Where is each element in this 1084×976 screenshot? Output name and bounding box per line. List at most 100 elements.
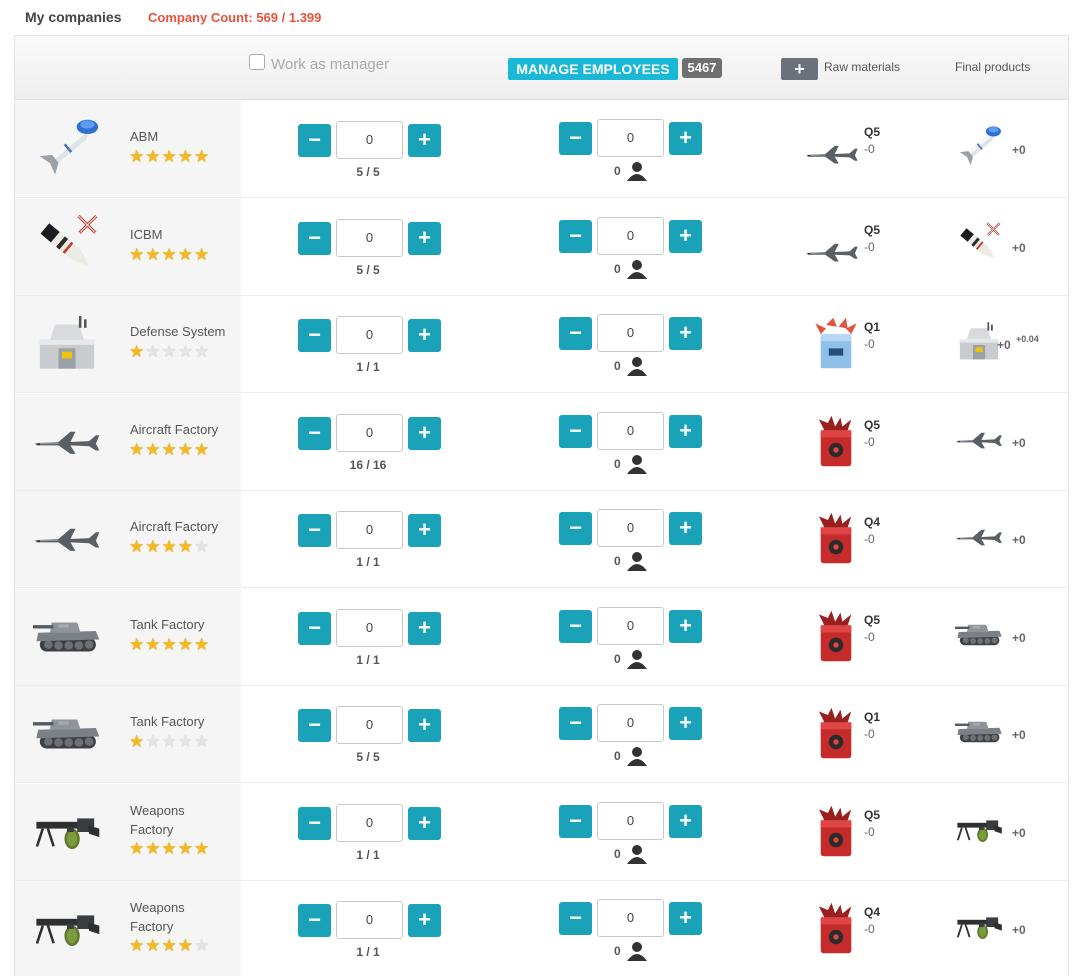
company-name[interactable]: Aircraft Factory: [130, 420, 240, 439]
company-name[interactable]: Weapons Factory: [130, 898, 240, 936]
employee-increment-button[interactable]: +: [669, 511, 702, 545]
manager-decrement-button[interactable]: −: [298, 318, 331, 352]
employee-count-input[interactable]: 0: [597, 119, 664, 157]
employee-decrement-button[interactable]: −: [559, 901, 592, 935]
company-name[interactable]: Aircraft Factory: [130, 517, 240, 536]
raw-delta: -0: [864, 337, 875, 351]
employee-decrement-button[interactable]: −: [559, 706, 592, 740]
person-icon: [626, 747, 647, 766]
company-name[interactable]: Weapons Factory: [130, 801, 240, 839]
star-filled-icon: ★: [129, 936, 145, 955]
manager-increment-button[interactable]: +: [408, 611, 441, 645]
company-name-cell: Tank Factory ★ ★ ★ ★ ★: [15, 686, 241, 782]
manager-decrement-button[interactable]: −: [298, 903, 331, 937]
star-filled-icon: ★: [129, 342, 145, 361]
manager-increment-button[interactable]: +: [408, 123, 441, 157]
top-bar: My companies Company Count: 569 / 1.399: [0, 0, 1084, 34]
employee-count-input[interactable]: 0: [597, 704, 664, 742]
employee-increment-button[interactable]: +: [669, 316, 702, 350]
employee-increment-button[interactable]: +: [669, 219, 702, 253]
company-name[interactable]: Tank Factory: [130, 615, 240, 634]
employee-decrement-button[interactable]: −: [559, 121, 592, 155]
manager-decrement-button[interactable]: −: [298, 221, 331, 255]
manager-ratio: 1 / 1: [356, 360, 380, 374]
manager-count-input[interactable]: 0: [336, 316, 403, 354]
employee-stepper: −0 +: [559, 607, 702, 645]
employee-count-input[interactable]: 0: [597, 314, 664, 352]
star-empty-icon: ★: [177, 732, 193, 751]
manager-decrement-button[interactable]: −: [298, 611, 331, 645]
manager-count-input[interactable]: 0: [336, 121, 403, 159]
employee-decrement-button[interactable]: −: [559, 511, 592, 545]
manager-stepper: −0 +: [298, 804, 441, 842]
employee-decrement-button[interactable]: −: [559, 414, 592, 448]
manager-decrement-button[interactable]: −: [298, 513, 331, 547]
employee-decrement-button[interactable]: −: [559, 609, 592, 643]
manager-decrement-button[interactable]: −: [298, 708, 331, 742]
employee-count-input[interactable]: 0: [597, 607, 664, 645]
employee-increment-button[interactable]: +: [669, 901, 702, 935]
employee-increment-button[interactable]: +: [669, 414, 702, 448]
manager-count-input[interactable]: 0: [336, 219, 403, 257]
red-supply-box-icon: [807, 804, 865, 858]
aircraft-icon: [949, 416, 1009, 464]
raw-quality: Q4: [864, 905, 881, 919]
employee-count: 0: [614, 259, 647, 279]
star-filled-icon: ★: [177, 635, 193, 654]
manager-ratio: 5 / 5: [356, 165, 380, 179]
employee-increment-button[interactable]: +: [669, 706, 702, 740]
manager-decrement-button[interactable]: −: [298, 806, 331, 840]
employee-count-input[interactable]: 0: [597, 412, 664, 450]
employee-count-input[interactable]: 0: [597, 802, 664, 840]
manager-increment-button[interactable]: +: [408, 513, 441, 547]
company-name[interactable]: Tank Factory: [130, 712, 240, 731]
manager-count-input[interactable]: 0: [336, 414, 403, 452]
star-empty-icon: ★: [161, 342, 177, 361]
add-raw-materials-button[interactable]: +: [781, 58, 818, 80]
raw-quality: Q1: [864, 710, 881, 724]
employee-decrement-button[interactable]: −: [559, 316, 592, 350]
manager-decrement-button[interactable]: −: [298, 123, 331, 157]
manager-count-input[interactable]: 0: [336, 511, 403, 549]
company-name-line2: Factory: [130, 919, 174, 934]
manager-ratio: 1 / 1: [356, 945, 380, 959]
manager-increment-button[interactable]: +: [408, 708, 441, 742]
manage-employees-button[interactable]: MANAGE EMPLOYEES: [508, 58, 678, 80]
company-name[interactable]: ABM: [130, 127, 240, 146]
manager-increment-button[interactable]: +: [408, 903, 441, 937]
manager-decrement-button[interactable]: −: [298, 416, 331, 450]
company-row: Aircraft Factory ★ ★ ★ ★ ★ −0 +1 / 1−0 +0 Q4 -0 +0: [15, 491, 1068, 588]
employee-increment-button[interactable]: +: [669, 804, 702, 838]
manager-stepper: −0 +: [298, 219, 441, 257]
manager-increment-button[interactable]: +: [408, 416, 441, 450]
star-filled-icon: ★: [145, 440, 161, 459]
company-name[interactable]: ICBM: [130, 225, 240, 244]
manager-increment-button[interactable]: +: [408, 318, 441, 352]
employee-increment-button[interactable]: +: [669, 609, 702, 643]
aircraft-icon: [29, 505, 105, 573]
employee-count-input[interactable]: 0: [597, 509, 664, 547]
red-supply-box-icon: [807, 511, 865, 565]
manager-count-input[interactable]: 0: [336, 706, 403, 744]
employee-count-input[interactable]: 0: [597, 217, 664, 255]
star-filled-icon: ★: [161, 440, 177, 459]
manager-increment-button[interactable]: +: [408, 221, 441, 255]
manager-count-input[interactable]: 0: [336, 804, 403, 842]
employee-decrement-button[interactable]: −: [559, 804, 592, 838]
star-filled-icon: ★: [129, 245, 145, 264]
checkbox-box[interactable]: [249, 53, 265, 70]
manager-count-input[interactable]: 0: [336, 901, 403, 939]
manager-increment-button[interactable]: +: [408, 806, 441, 840]
manager-count-input[interactable]: 0: [336, 609, 403, 647]
quality-stars: ★ ★ ★ ★ ★: [129, 636, 209, 653]
work-as-manager-checkbox[interactable]: Work as manager: [249, 53, 389, 73]
raw-quality: Q5: [864, 418, 881, 432]
star-empty-icon: ★: [177, 342, 193, 361]
employee-decrement-button[interactable]: −: [559, 219, 592, 253]
employee-count-input[interactable]: 0: [597, 899, 664, 937]
quality-stars: ★ ★ ★ ★ ★: [129, 441, 209, 458]
company-name-line1: Weapons: [130, 900, 185, 915]
company-name[interactable]: Defense System: [130, 322, 240, 341]
employee-increment-button[interactable]: +: [669, 121, 702, 155]
tank-icon: [29, 700, 105, 768]
